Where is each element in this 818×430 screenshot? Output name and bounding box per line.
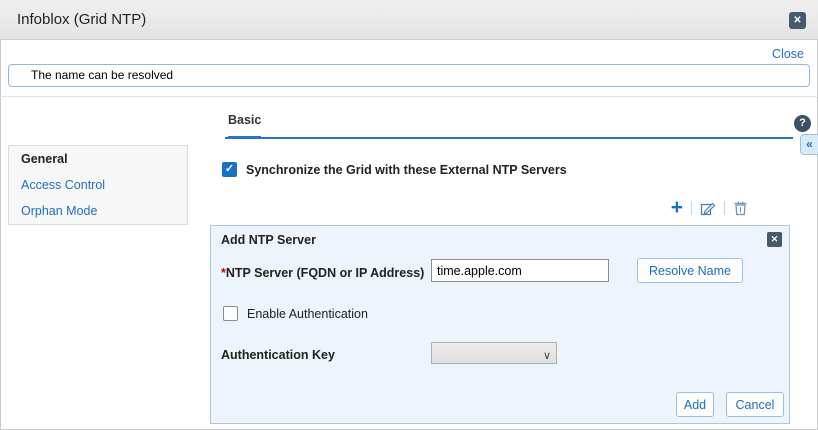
help-icon[interactable]: ? — [794, 115, 811, 132]
enable-auth-label: Enable Authentication — [247, 307, 368, 321]
add-button[interactable]: Add — [676, 392, 714, 417]
sidebar-item-orphan-mode[interactable]: Orphan Mode — [9, 198, 187, 224]
collapse-panel-icon[interactable]: « — [800, 134, 818, 155]
sync-ntp-checkbox[interactable]: ✓ — [222, 162, 237, 177]
sync-ntp-row: ✓ Synchronize the Grid with these Extern… — [222, 162, 567, 177]
add-ntp-server-icon[interactable]: + — [671, 200, 683, 216]
cancel-button[interactable]: Cancel — [726, 392, 784, 417]
status-message: The name can be resolved — [8, 64, 810, 87]
chevron-down-icon: ∨ — [543, 346, 551, 366]
enable-auth-checkbox[interactable] — [223, 306, 238, 321]
panel-title: Add NTP Server — [221, 233, 316, 247]
ntp-server-label: *NTP Server (FQDN or IP Address) — [221, 266, 424, 280]
titlebar: Infoblox (Grid NTP) ✕ — [0, 0, 818, 40]
section-divider — [0, 96, 818, 97]
auth-key-label: Authentication Key — [221, 348, 335, 362]
dialog-title: Infoblox (Grid NTP) — [17, 11, 146, 28]
sidebar: General Access Control Orphan Mode — [8, 145, 188, 225]
enable-auth-row: Enable Authentication — [223, 306, 368, 321]
action-separator — [691, 201, 692, 215]
edit-icon[interactable] — [700, 200, 716, 216]
resolve-name-button[interactable]: Resolve Name — [637, 258, 743, 283]
sidebar-item-access-control[interactable]: Access Control — [9, 172, 187, 198]
dialog-close-icon[interactable]: ✕ — [789, 12, 806, 29]
sidebar-item-general[interactable]: General — [9, 146, 187, 172]
tab-basic[interactable]: Basic — [228, 113, 261, 139]
delete-icon[interactable] — [733, 200, 748, 216]
action-separator — [724, 201, 725, 215]
sync-ntp-label: Synchronize the Grid with these External… — [246, 163, 567, 177]
add-ntp-server-panel: Add NTP Server ✕ *NTP Server (FQDN or IP… — [210, 225, 790, 424]
close-link[interactable]: Close — [772, 47, 804, 61]
auth-key-select[interactable]: ∨ — [431, 342, 557, 364]
panel-close-icon[interactable]: ✕ — [767, 232, 782, 247]
dialog-infoblox-grid-ntp: Infoblox (Grid NTP) ✕ Close The name can… — [0, 0, 818, 430]
ntp-server-actions: + — [210, 198, 790, 218]
ntp-server-input[interactable] — [431, 259, 609, 282]
tab-underline — [225, 137, 793, 139]
